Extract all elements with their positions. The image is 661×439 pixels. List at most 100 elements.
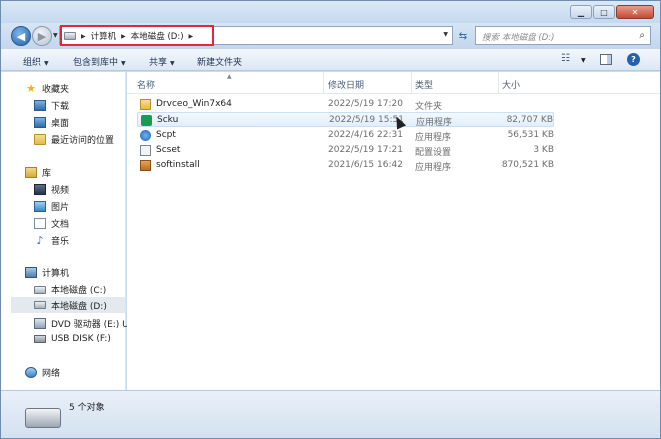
desktop-icon — [34, 117, 46, 128]
file-name: Drvceo_Win7x64 — [156, 99, 232, 109]
sidebar-item-music[interactable]: ♪ 音乐 — [34, 234, 69, 247]
item-count: 5 个对象 — [69, 403, 105, 413]
maximize-button[interactable]: □ — [593, 5, 615, 19]
back-button[interactable]: ◀ — [11, 26, 31, 46]
sidebar-item-videos[interactable]: 视频 — [34, 183, 69, 196]
settings-file-icon — [140, 145, 151, 156]
search-icon[interactable]: ⌕ — [639, 30, 645, 41]
forward-button[interactable]: ▶ — [32, 26, 52, 46]
help-icon[interactable]: ? — [627, 53, 640, 66]
sidebar-label: 网络 — [42, 369, 61, 379]
search-input[interactable]: 搜索 本地磁盘 (D:) ⌕ — [475, 26, 651, 45]
close-button[interactable]: ✕ — [616, 5, 654, 19]
sidebar-label: 最近访问的位置 — [51, 136, 115, 146]
share-label: 共享 — [149, 58, 168, 68]
recent-pages-dropdown[interactable]: ▼ — [53, 32, 58, 39]
installer-icon — [140, 160, 151, 171]
download-folder-icon — [34, 100, 46, 111]
recent-places-icon — [34, 134, 46, 145]
organize-label: 组织 — [23, 58, 42, 68]
sidebar-item-computer[interactable]: 计算机 — [25, 266, 69, 279]
file-type: 应用程序 — [416, 118, 453, 128]
file-date: 2021/6/15 16:42 — [328, 160, 403, 170]
breadcrumb-drive-d[interactable]: 本地磁盘 (D:) — [131, 30, 184, 42]
sidebar-item-libraries[interactable]: 库 — [25, 166, 51, 179]
new-folder-label: 新建文件夹 — [197, 58, 243, 68]
hard-drive-icon — [34, 301, 46, 309]
file-row[interactable]: Drvceo_Win7x64 2022/5/19 17:20 文件夹 — [137, 97, 554, 112]
usb-drive-icon — [34, 335, 46, 343]
include-library-button[interactable]: 包含到库中 ▼ — [73, 55, 126, 68]
sidebar-item-drive-d[interactable]: 本地磁盘 (D:) — [11, 297, 125, 313]
chevron-right-icon[interactable]: ▶ — [121, 33, 126, 40]
file-row[interactable]: Scku 2022/5/19 15:51 应用程序 82,707 KB — [137, 112, 554, 128]
dvd-drive-icon — [34, 318, 46, 329]
column-size[interactable]: 大小 — [502, 72, 558, 94]
sidebar-label: DVD 驱动器 (E:) Us — [51, 320, 134, 330]
column-name[interactable]: 名称 — [137, 72, 324, 94]
minimize-button[interactable]: ▁ — [570, 5, 592, 19]
app-icon — [141, 115, 152, 126]
file-name: Scset — [156, 145, 181, 155]
sidebar-label: 本地磁盘 (C:) — [51, 286, 107, 296]
file-size: 870,521 KB — [501, 160, 554, 170]
title-bar: ▁ □ ✕ — [1, 1, 660, 23]
sidebar-item-network[interactable]: 网络 — [25, 366, 60, 379]
file-type: 文件夹 — [415, 102, 443, 112]
column-label: 类型 — [415, 81, 434, 91]
share-button[interactable]: 共享 ▼ — [149, 55, 175, 68]
column-label: 名称 — [137, 81, 156, 91]
sidebar-label: 计算机 — [42, 269, 70, 279]
sidebar-label: USB DISK (F:) — [51, 334, 111, 344]
drive-icon — [64, 32, 76, 40]
column-type[interactable]: 类型 — [415, 72, 499, 94]
window-controls: ▁ □ ✕ — [570, 5, 654, 19]
address-dropdown[interactable]: ▼ — [443, 31, 448, 38]
file-row[interactable]: Scpt 2022/4/16 22:31 应用程序 56,531 KB — [137, 128, 554, 143]
sidebar-item-pictures[interactable]: 图片 — [34, 200, 69, 213]
sidebar-label: 本地磁盘 (D:) — [51, 301, 107, 312]
file-type: 应用程序 — [415, 163, 452, 173]
details-pane: 5 个对象 — [1, 390, 660, 438]
preview-pane-icon[interactable] — [600, 54, 612, 65]
sidebar-item-drive-c[interactable]: 本地磁盘 (C:) — [34, 283, 106, 296]
file-name: softinstall — [156, 160, 200, 170]
organize-button[interactable]: 组织 ▼ — [23, 55, 49, 68]
view-options-icon[interactable]: ☷ — [561, 53, 570, 64]
file-name: Scku — [157, 115, 179, 125]
chevron-right-icon[interactable]: ▶ — [81, 33, 86, 40]
sidebar-item-documents[interactable]: 文档 — [34, 217, 69, 230]
column-date[interactable]: 修改日期 — [328, 72, 412, 94]
sidebar-label: 收藏夹 — [42, 85, 70, 95]
file-size: 3 KB — [533, 145, 554, 155]
include-library-label: 包含到库中 — [73, 58, 119, 68]
sidebar-item-downloads[interactable]: 下载 — [34, 99, 69, 112]
chevron-right-icon[interactable]: ▶ — [189, 33, 194, 40]
explorer-window: ▁ □ ✕ ◀ ▶ ▼ ▶ 计算机 ▶ 本地磁盘 (D:) ▶ ▼ ⇆ 搜索 本… — [0, 0, 661, 439]
library-icon — [25, 167, 37, 178]
refresh-icon[interactable]: ⇆ — [455, 28, 471, 44]
sidebar-label: 库 — [42, 169, 52, 179]
sidebar-item-desktop[interactable]: 桌面 — [34, 116, 69, 129]
file-type: 配置设置 — [415, 148, 452, 158]
folder-icon — [140, 99, 151, 110]
sidebar-item-drive-f[interactable]: USB DISK (F:) — [34, 334, 111, 344]
address-bar[interactable]: ▶ 计算机 ▶ 本地磁盘 (D:) ▶ ▼ — [59, 25, 453, 46]
new-folder-button[interactable]: 新建文件夹 — [197, 55, 242, 68]
sidebar-label: 下载 — [51, 102, 70, 112]
file-date: 2022/4/16 22:31 — [328, 130, 403, 140]
sidebar-item-favorites[interactable]: ★ 收藏夹 — [25, 82, 69, 95]
network-icon — [25, 367, 37, 378]
sidebar-label: 视频 — [51, 186, 70, 196]
chevron-down-icon: ▼ — [121, 60, 126, 67]
breadcrumb-computer[interactable]: 计算机 — [91, 30, 117, 42]
sidebar-item-recent[interactable]: 最近访问的位置 — [34, 133, 114, 146]
document-icon — [34, 218, 46, 229]
column-header: ▲ 名称 修改日期 类型 大小 — [127, 72, 660, 94]
file-row[interactable]: Scset 2022/5/19 17:21 配置设置 3 KB — [137, 143, 554, 158]
sidebar-item-drive-e[interactable]: DVD 驱动器 (E:) Us — [34, 317, 133, 330]
navigation-bar: ◀ ▶ ▼ ▶ 计算机 ▶ 本地磁盘 (D:) ▶ ▼ ⇆ 搜索 本地磁盘 (D… — [1, 23, 660, 49]
view-dropdown[interactable]: ▼ — [581, 57, 586, 64]
command-bar: 组织 ▼ 包含到库中 ▼ 共享 ▼ 新建文件夹 ☷ ▼ ? — [1, 49, 660, 71]
file-row[interactable]: softinstall 2021/6/15 16:42 应用程序 870,521… — [137, 158, 554, 173]
